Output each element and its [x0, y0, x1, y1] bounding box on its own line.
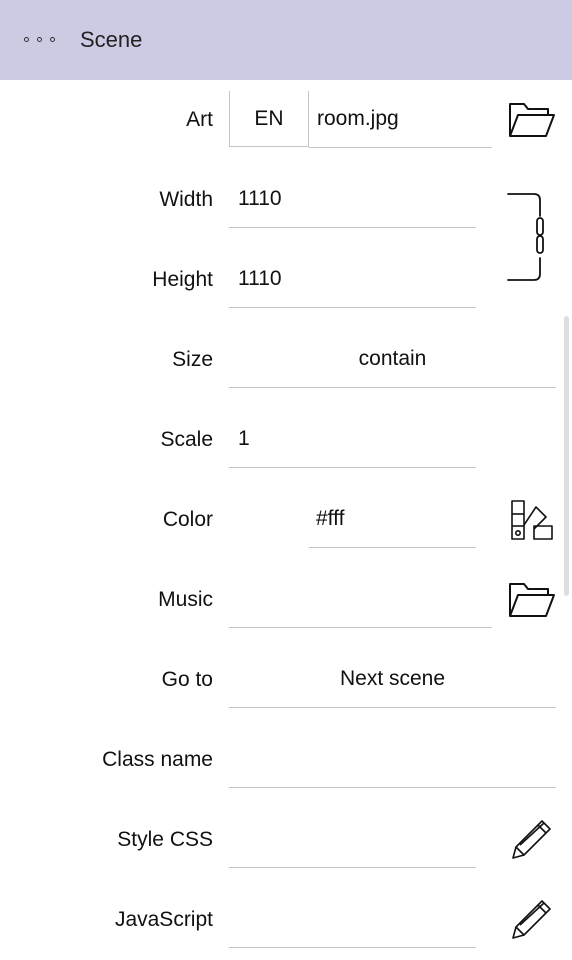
goto-select[interactable]: Next scene: [229, 640, 556, 708]
scale-label: Scale: [160, 428, 213, 451]
scrollbar[interactable]: [564, 316, 569, 596]
scale-field[interactable]: 1: [229, 400, 476, 468]
size-select[interactable]: contain: [229, 320, 556, 388]
pencil-icon[interactable]: [510, 817, 554, 861]
color-field[interactable]: #fff: [309, 480, 476, 548]
height-field[interactable]: 1110: [229, 240, 476, 308]
width-label: Width: [159, 188, 213, 211]
art-label: Art: [186, 108, 213, 131]
stylecss-field[interactable]: [229, 800, 476, 868]
panel-header: Scene: [0, 0, 572, 80]
art-field[interactable]: room.jpg: [309, 80, 492, 148]
link-chain-icon[interactable]: [506, 192, 548, 284]
color-label: Color: [162, 508, 213, 531]
music-label: Music: [158, 588, 213, 611]
stylecss-label: Style CSS: [117, 828, 213, 851]
art-language-select[interactable]: EN: [228, 91, 309, 147]
javascript-field[interactable]: [229, 880, 476, 948]
size-label: Size: [172, 348, 213, 371]
classname-label: Class name: [102, 748, 213, 771]
music-field[interactable]: [229, 560, 492, 628]
goto-label: Go to: [161, 668, 213, 691]
color-palette-icon[interactable]: [510, 499, 554, 541]
more-dots-icon[interactable]: [22, 31, 58, 49]
height-label: Height: [152, 268, 213, 291]
javascript-label: JavaScript: [114, 908, 213, 931]
pencil-icon[interactable]: [510, 897, 554, 941]
width-field[interactable]: 1110: [229, 160, 476, 228]
folder-open-icon[interactable]: [508, 580, 556, 620]
panel-title: Scene: [80, 27, 143, 52]
folder-open-icon[interactable]: [508, 100, 556, 140]
classname-field[interactable]: [229, 720, 556, 788]
